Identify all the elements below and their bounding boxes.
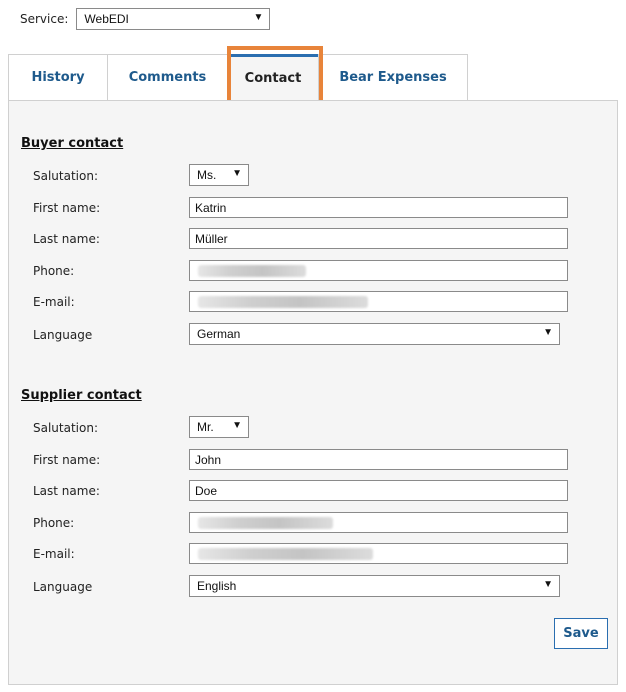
service-select-value: WebEDI — [84, 12, 129, 26]
supplier-salutation-label: Salutation: — [33, 421, 98, 435]
buyer-phone-label: Phone: — [33, 264, 75, 278]
dropdown-arrow-icon: ▼ — [543, 327, 553, 338]
supplier-language-value: English — [197, 579, 237, 593]
redacted-phone — [198, 516, 333, 529]
supplier-salutation-value: Mr. — [197, 420, 214, 434]
buyer-salutation-value: Ms. — [197, 168, 217, 182]
redacted-phone — [198, 264, 306, 277]
tab-comments[interactable]: Comments — [107, 54, 228, 100]
supplier-language-label: Language — [33, 580, 93, 594]
buyer-language-label: Language — [33, 328, 93, 342]
service-row: Service: WebEDI ▼ — [20, 8, 271, 30]
buyer-contact-title: Buyer contact — [21, 136, 124, 151]
dropdown-arrow-icon: ▼ — [232, 420, 242, 431]
buyer-phone-input[interactable] — [189, 260, 568, 281]
supplier-contact-title: Supplier contact — [21, 388, 142, 403]
service-select[interactable]: WebEDI ▼ — [76, 8, 271, 30]
tab-bear-expenses[interactable]: Bear Expenses — [318, 54, 468, 100]
buyer-language-value: German — [197, 327, 241, 341]
buyer-last-name-label: Last name: — [33, 232, 100, 246]
dropdown-arrow-icon: ▼ — [232, 168, 242, 179]
buyer-language-select[interactable]: German ▼ — [189, 323, 560, 345]
supplier-salutation-select[interactable]: Mr. ▼ — [189, 416, 249, 438]
dropdown-arrow-icon: ▼ — [253, 12, 264, 23]
buyer-email-input[interactable] — [189, 291, 568, 312]
buyer-salutation-label: Salutation: — [33, 169, 98, 183]
save-button[interactable]: Save — [554, 618, 608, 649]
dropdown-arrow-icon: ▼ — [543, 579, 553, 590]
tab-contact[interactable]: Contact — [227, 54, 319, 100]
supplier-email-input[interactable] — [189, 543, 568, 564]
buyer-first-name-input[interactable]: Katrin — [189, 197, 568, 218]
supplier-phone-label: Phone: — [33, 516, 75, 530]
tab-bar: History Comments Contact Bear Expenses — [8, 54, 468, 100]
buyer-email-label: E-mail: — [33, 295, 75, 309]
supplier-first-name-label: First name: — [33, 453, 101, 467]
supplier-last-name-label: Last name: — [33, 484, 100, 498]
redacted-email — [198, 295, 368, 308]
contact-panel: Buyer contact Salutation: Ms. ▼ First na… — [8, 100, 618, 685]
supplier-email-label: E-mail: — [33, 547, 75, 561]
redacted-email — [198, 547, 373, 560]
supplier-first-name-input[interactable]: John — [189, 449, 568, 470]
buyer-last-name-input[interactable]: Müller — [189, 228, 568, 249]
supplier-last-name-input[interactable]: Doe — [189, 480, 568, 501]
buyer-salutation-select[interactable]: Ms. ▼ — [189, 164, 249, 186]
buyer-first-name-label: First name: — [33, 201, 101, 215]
tab-history[interactable]: History — [8, 54, 108, 100]
service-label: Service: — [20, 12, 69, 26]
supplier-language-select[interactable]: English ▼ — [189, 575, 560, 597]
supplier-phone-input[interactable] — [189, 512, 568, 533]
